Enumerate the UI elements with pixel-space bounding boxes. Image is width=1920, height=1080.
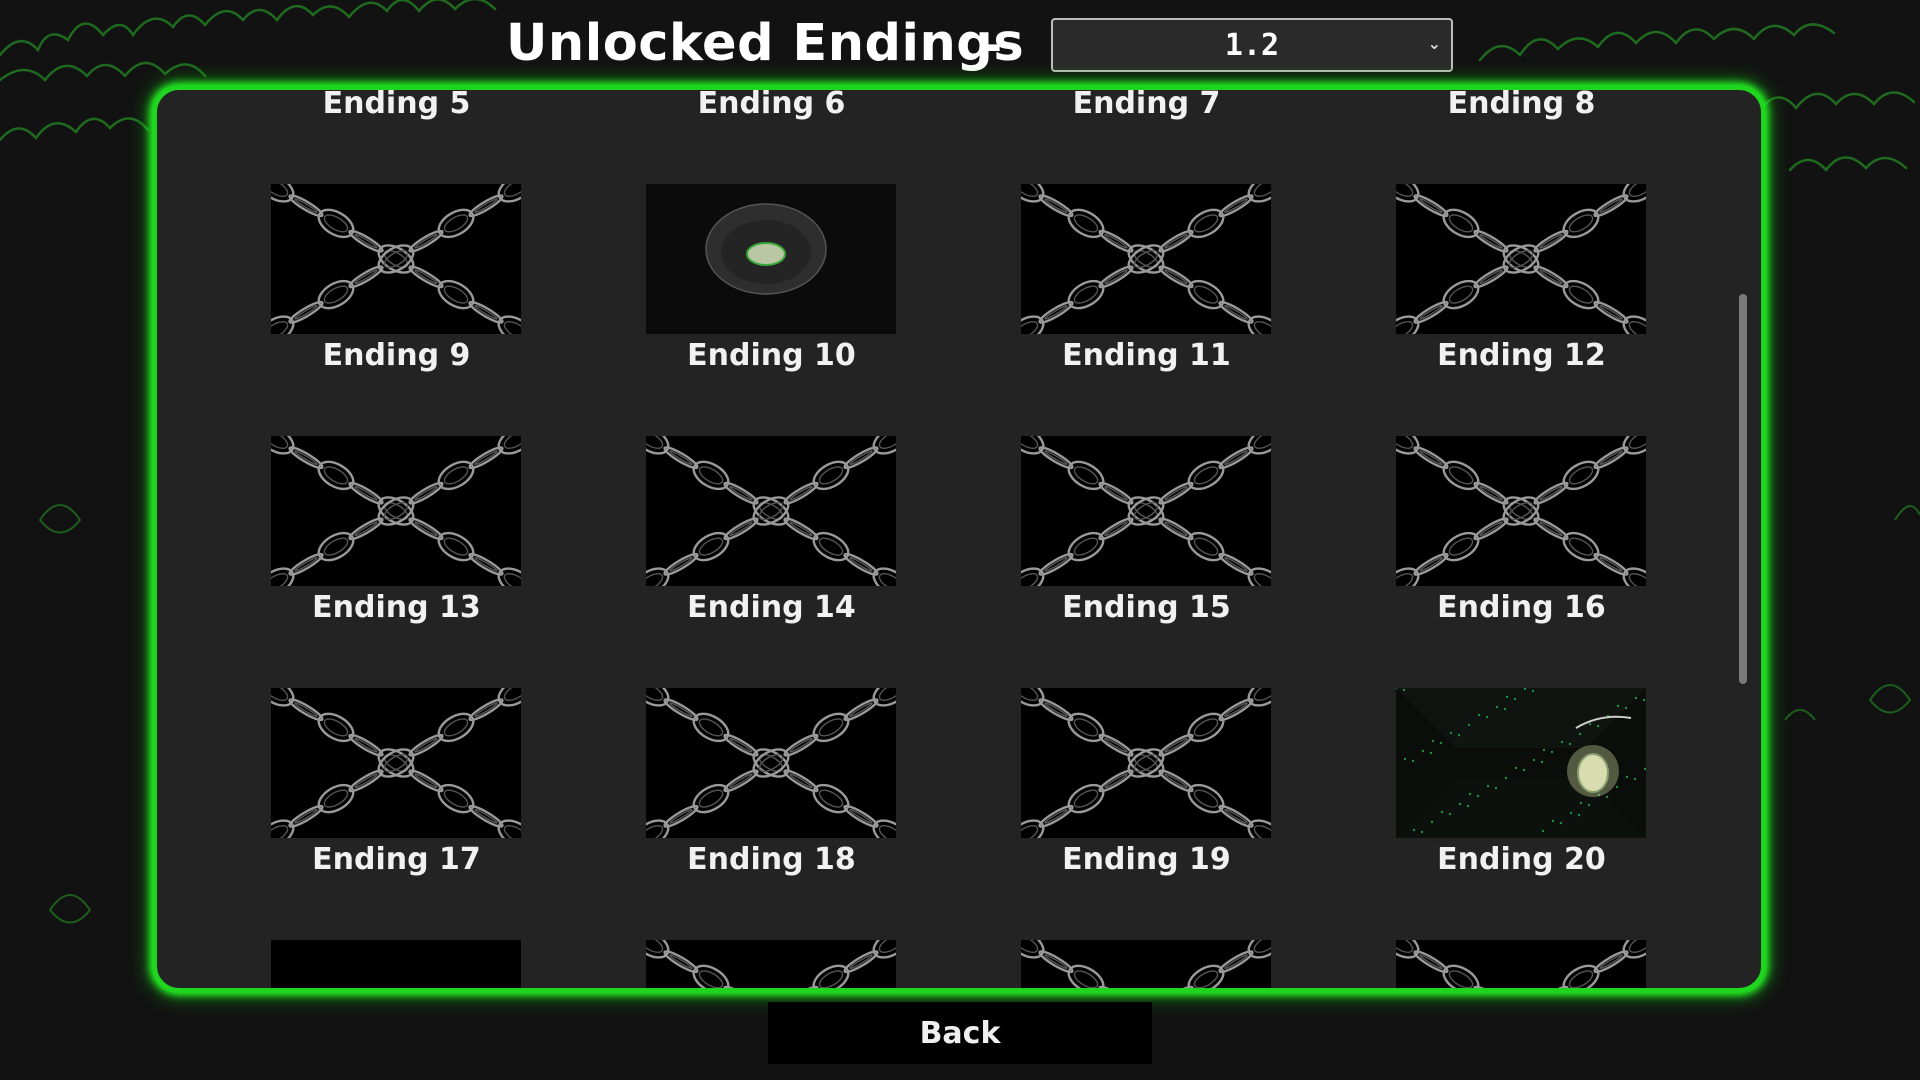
back-button[interactable]: Back	[768, 1002, 1152, 1064]
chains-icon	[1396, 184, 1646, 334]
chains-icon	[646, 436, 896, 586]
version-select-value: 1.2	[1224, 27, 1280, 63]
chains-icon	[646, 688, 896, 838]
ending-thumbnail[interactable]	[1396, 688, 1646, 838]
ending-thumbnail[interactable]	[1396, 436, 1646, 586]
ending-label: Ending 20	[1437, 842, 1606, 877]
page-title: Unlocked Endings	[506, 14, 1025, 73]
ending-thumbnail[interactable]	[271, 436, 521, 586]
ending-label: Ending 17	[312, 842, 481, 877]
ending-thumbnail[interactable]	[271, 940, 521, 988]
ending-label: Ending 9	[322, 338, 471, 373]
chevron-down-icon: ⌄	[1427, 34, 1441, 53]
chains-icon	[1021, 436, 1271, 586]
lantern-corridor-icon	[1396, 688, 1646, 838]
endings-panel: Ending 5 Ending 6 Ending 7 Ending 8 Ending 9…	[153, 86, 1765, 992]
endings-grid[interactable]: Ending 5 Ending 6 Ending 7 Ending 8 Ending 9…	[157, 90, 1761, 988]
ending-label: Ending 14	[687, 590, 856, 625]
ending-label: Ending 11	[1062, 338, 1231, 373]
ending-label: Ending 8	[1447, 86, 1596, 121]
ending-thumbnail[interactable]	[1396, 184, 1646, 334]
ending-label: Ending 15	[1062, 590, 1231, 625]
locked-thumbnail	[271, 940, 521, 988]
ending-label: Ending 19	[1062, 842, 1231, 877]
ending-label: Ending 12	[1437, 338, 1606, 373]
ending-thumbnail[interactable]	[1021, 184, 1271, 334]
ending-thumbnail[interactable]	[1396, 940, 1646, 988]
ending-label: Ending 13	[312, 590, 481, 625]
chains-icon	[271, 184, 521, 334]
chains-icon	[1021, 184, 1271, 334]
ending-label: Ending 7	[1072, 86, 1221, 121]
ending-label: Ending 6	[697, 86, 846, 121]
ending-label: Ending 10	[687, 338, 856, 373]
title-separator: -	[983, 18, 1003, 72]
ending-label: Ending 5	[322, 86, 471, 121]
ending-thumbnail[interactable]	[646, 184, 896, 334]
ending-thumbnail[interactable]	[1021, 940, 1271, 988]
chains-icon	[271, 688, 521, 838]
ending-thumbnail[interactable]	[1021, 436, 1271, 586]
ending-label: Ending 18	[687, 842, 856, 877]
ending-thumbnail[interactable]	[271, 184, 521, 334]
plate-icon	[646, 184, 896, 334]
ending-thumbnail[interactable]	[646, 436, 896, 586]
chains-icon	[1021, 940, 1271, 988]
chains-icon	[1396, 436, 1646, 586]
ending-thumbnail[interactable]	[271, 688, 521, 838]
ending-thumbnail[interactable]	[646, 688, 896, 838]
ending-label: Ending 16	[1437, 590, 1606, 625]
chains-icon	[1396, 940, 1646, 988]
chains-icon	[271, 436, 521, 586]
chains-icon	[1021, 688, 1271, 838]
scrollbar[interactable]	[1739, 294, 1747, 684]
ending-thumbnail[interactable]	[646, 940, 896, 988]
version-select[interactable]: 1.2 ⌄	[1051, 18, 1453, 72]
chains-icon	[646, 940, 896, 988]
ending-thumbnail[interactable]	[1021, 688, 1271, 838]
